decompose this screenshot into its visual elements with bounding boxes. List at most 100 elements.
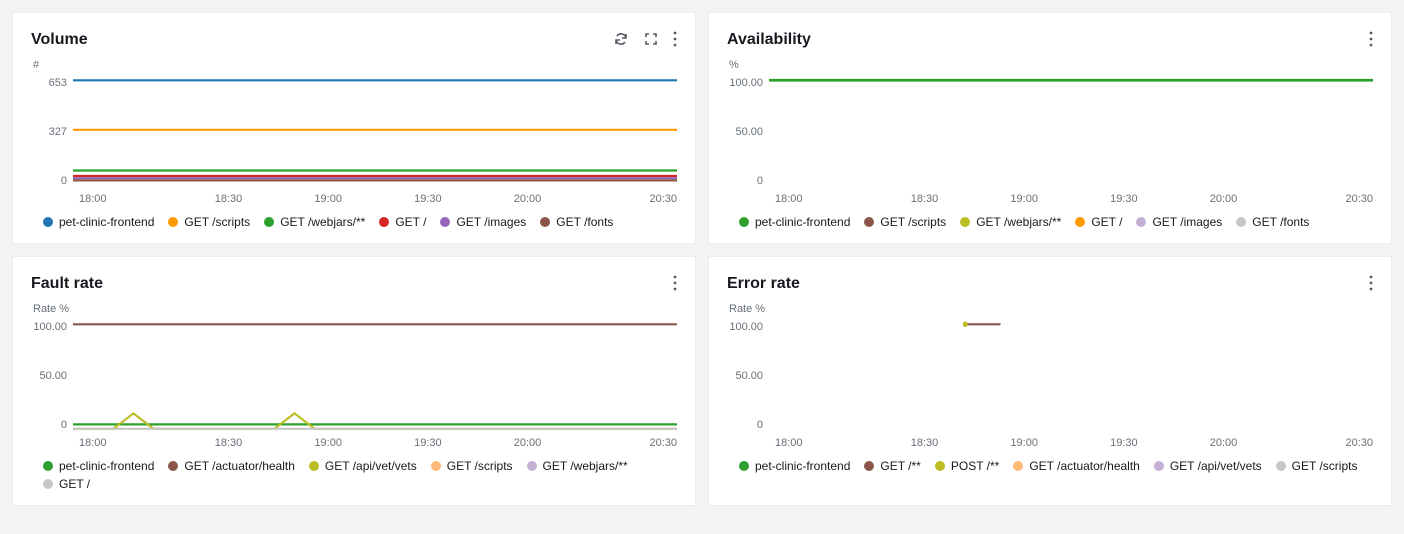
legend-label: GET /**: [880, 459, 920, 473]
y-axis-label: Rate %: [33, 303, 677, 315]
legend-label: pet-clinic-frontend: [59, 459, 154, 473]
swatch-icon: [168, 461, 178, 471]
swatch-icon: [960, 217, 970, 227]
x-ticks: 18:00 18:30 19:00 19:30 20:00 20:30: [79, 437, 677, 449]
y-ticks: 100.00 50.00 0: [31, 321, 73, 431]
legend-item[interactable]: pet-clinic-frontend: [43, 459, 154, 473]
legend-item[interactable]: GET /actuator/health: [1013, 459, 1140, 473]
legend-label: GET /images: [456, 215, 526, 229]
x-tick: 19:30: [378, 437, 478, 449]
x-tick: 19:30: [378, 193, 478, 205]
swatch-icon: [864, 217, 874, 227]
panel-actions: [613, 31, 677, 47]
x-tick: 19:00: [278, 437, 378, 449]
legend-item[interactable]: GET /fonts: [540, 215, 613, 229]
y-axis-label: #: [33, 59, 677, 71]
x-tick: 18:30: [875, 437, 975, 449]
x-tick: 18:30: [179, 193, 279, 205]
legend-label: POST /**: [951, 459, 999, 473]
legend-item[interactable]: GET /images: [440, 215, 526, 229]
legend-item[interactable]: GET /fonts: [1236, 215, 1309, 229]
panel-title: Availability: [727, 31, 811, 49]
x-tick: 18:30: [875, 193, 975, 205]
legend-item[interactable]: GET /scripts: [864, 215, 946, 229]
expand-icon[interactable]: [643, 31, 659, 47]
x-ticks: 18:00 18:30 19:00 19:30 20:00 20:30: [79, 193, 677, 205]
legend-label: GET /scripts: [184, 215, 250, 229]
legend-item[interactable]: GET /scripts: [1276, 459, 1358, 473]
swatch-icon: [379, 217, 389, 227]
swatch-icon: [864, 461, 874, 471]
y-tick: 0: [757, 175, 763, 187]
legend-item[interactable]: GET /: [1075, 215, 1122, 229]
legend-item[interactable]: GET /scripts: [168, 215, 250, 229]
panel-volume: Volume # 653 327 0: [12, 12, 696, 244]
x-tick: 20:30: [1273, 437, 1373, 449]
legend-item[interactable]: pet-clinic-frontend: [43, 215, 154, 229]
legend-item[interactable]: GET /api/vet/vets: [1154, 459, 1262, 473]
x-tick: 19:00: [278, 193, 378, 205]
chart-area: 653 327 0: [31, 77, 677, 187]
panel-title: Fault rate: [31, 275, 103, 293]
swatch-icon: [431, 461, 441, 471]
kebab-menu-icon[interactable]: [673, 275, 677, 291]
chart-area: 100.00 50.00 0: [727, 77, 1373, 187]
x-ticks: 18:00 18:30 19:00 19:30 20:00 20:30: [775, 437, 1373, 449]
legend-item[interactable]: GET /: [379, 215, 426, 229]
y-tick: 100.00: [729, 77, 763, 89]
legend-item[interactable]: GET /webjars/**: [960, 215, 1061, 229]
legend-label: GET /actuator/health: [1029, 459, 1140, 473]
y-tick: 0: [61, 175, 67, 187]
legend-label: GET /api/vet/vets: [325, 459, 417, 473]
swatch-icon: [264, 217, 274, 227]
panel-fault-rate: Fault rate Rate % 100.00 50.00 0: [12, 256, 696, 506]
plot-availability: [769, 77, 1373, 187]
swatch-icon: [1075, 217, 1085, 227]
kebab-menu-icon[interactable]: [1369, 31, 1373, 47]
x-tick: 19:00: [974, 193, 1074, 205]
legend-item[interactable]: pet-clinic-frontend: [739, 459, 850, 473]
y-ticks: 653 327 0: [31, 77, 73, 187]
x-tick: 20:00: [478, 437, 578, 449]
x-tick: 20:00: [478, 193, 578, 205]
legend-label: GET /webjars/**: [543, 459, 628, 473]
panel-actions: [673, 275, 677, 291]
legend-item[interactable]: GET /scripts: [431, 459, 513, 473]
panel-title: Error rate: [727, 275, 800, 293]
y-axis-label: %: [729, 59, 1373, 71]
plot-fault-rate: [73, 321, 677, 431]
legend-item[interactable]: GET /: [43, 477, 90, 491]
refresh-icon[interactable]: [613, 31, 629, 47]
kebab-menu-icon[interactable]: [1369, 275, 1373, 291]
legend-label: GET /scripts: [1292, 459, 1358, 473]
legend-item[interactable]: GET /webjars/**: [264, 215, 365, 229]
y-tick: 50.00: [735, 126, 763, 138]
legend-label: GET /fonts: [556, 215, 613, 229]
swatch-icon: [43, 217, 53, 227]
kebab-menu-icon[interactable]: [673, 31, 677, 47]
legend-label: pet-clinic-frontend: [755, 459, 850, 473]
swatch-icon: [739, 461, 749, 471]
x-tick: 18:00: [775, 193, 875, 205]
y-tick: 100.00: [729, 321, 763, 333]
legend-item[interactable]: pet-clinic-frontend: [739, 215, 850, 229]
legend-label: GET /images: [1152, 215, 1222, 229]
legend-item[interactable]: GET /webjars/**: [527, 459, 628, 473]
y-ticks: 100.00 50.00 0: [727, 77, 769, 187]
legend-item[interactable]: GET /images: [1136, 215, 1222, 229]
plot-error-rate: [769, 321, 1373, 431]
panel-error-rate: Error rate Rate % 100.00 50.00 0 18: [708, 256, 1392, 506]
legend-item[interactable]: POST /**: [935, 459, 999, 473]
swatch-icon: [43, 479, 53, 489]
legend-label: pet-clinic-frontend: [59, 215, 154, 229]
panel-actions: [1369, 31, 1373, 47]
x-tick: 20:30: [577, 437, 677, 449]
y-tick: 50.00: [735, 370, 763, 382]
legend-item[interactable]: GET /actuator/health: [168, 459, 295, 473]
y-tick: 0: [757, 419, 763, 431]
swatch-icon: [168, 217, 178, 227]
x-tick: 20:30: [577, 193, 677, 205]
legend-item[interactable]: GET /api/vet/vets: [309, 459, 417, 473]
swatch-icon: [309, 461, 319, 471]
legend-item[interactable]: GET /**: [864, 459, 920, 473]
